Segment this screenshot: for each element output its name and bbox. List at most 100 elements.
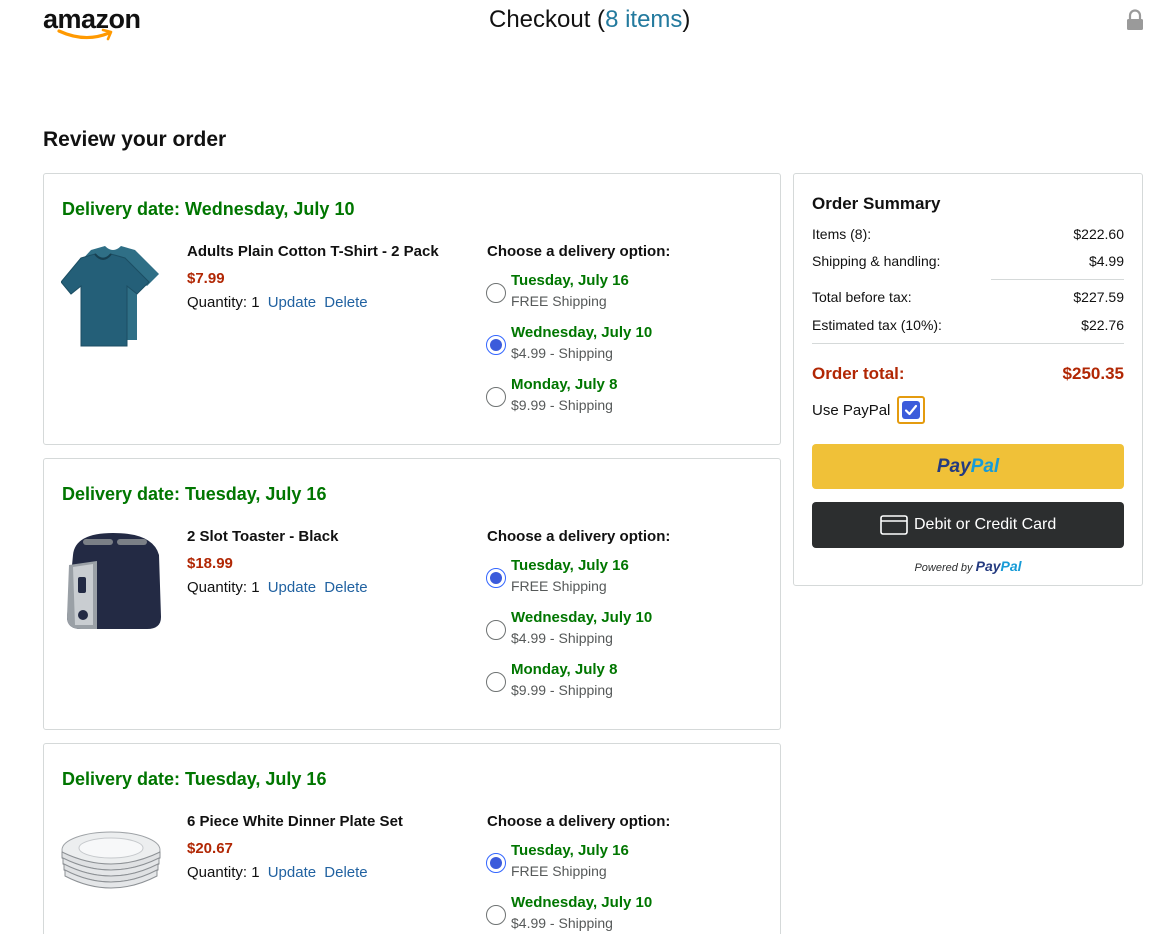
items-value: $222.60 [1073, 226, 1124, 242]
delivery-option[interactable]: Monday, July 8 $9.99 - Shipping [486, 661, 746, 707]
delivery-option-date: Monday, July 8 [511, 661, 618, 678]
delivery-option[interactable]: Wednesday, July 10 $4.99 - Shipping [486, 609, 746, 655]
delivery-option-date: Monday, July 8 [511, 376, 618, 393]
review-order-heading: Review your order [43, 128, 227, 151]
summary-tax-row: Estimated tax (10%): $22.76 [812, 317, 1124, 333]
checkmark-icon [904, 404, 918, 416]
order-total-label: Order total: [812, 364, 905, 383]
delivery-radio-selected[interactable] [486, 853, 506, 873]
delivery-option[interactable]: Wednesday, July 10 $4.99 - Shipping [486, 894, 746, 934]
tshirt-image[interactable] [61, 240, 165, 348]
before-tax-value: $227.59 [1073, 289, 1124, 305]
delivery-radio-selected[interactable] [486, 568, 506, 588]
summary-shipping-row: Shipping & handling: $4.99 [812, 253, 1124, 269]
paypal-button[interactable]: PayPal [812, 444, 1124, 489]
delivery-option-date: Wednesday, July 10 [511, 324, 653, 341]
order-summary-panel: Order Summary Items (8): $222.60 Shippin… [793, 173, 1143, 586]
delivery-options-label: Choose a delivery option: [487, 528, 671, 545]
checkbox-checked [902, 401, 920, 419]
tax-value: $22.76 [1081, 317, 1124, 333]
product-price: $20.67 [187, 840, 233, 857]
order-total-row: Order total: $250.35 [812, 364, 1124, 384]
delivery-option-cost: FREE Shipping [511, 863, 607, 879]
delivery-option-cost: $4.99 - Shipping [511, 915, 613, 931]
quantity-row: Quantity: 1 Update Delete [187, 294, 368, 311]
toaster-image[interactable] [61, 525, 165, 633]
card-button-label: Debit or Credit Card [914, 516, 1057, 533]
shipping-value: $4.99 [1088, 253, 1124, 269]
page-title: Checkout (8 items) [489, 5, 690, 35]
delivery-option-date: Wednesday, July 10 [511, 894, 653, 911]
order-item-box: Delivery date: Tuesday, July 16 6 Piece … [43, 743, 781, 934]
checkout-header: amazon Checkout (8 items) [0, 0, 1168, 60]
lock-icon [1127, 9, 1143, 30]
checkout-prefix: Checkout ( [489, 6, 606, 33]
order-item-box: Delivery date: Tuesday, July 16 2 Slot T… [43, 458, 781, 730]
logo-smile-icon [57, 28, 113, 41]
paypal-logo-pay: Pay [936, 456, 971, 477]
update-quantity-link[interactable]: Update [268, 294, 316, 311]
amazon-logo[interactable]: amazon [43, 4, 147, 44]
product-price: $18.99 [187, 555, 233, 572]
quantity-label: Quantity: 1 [187, 294, 260, 311]
delete-item-link[interactable]: Delete [324, 864, 367, 881]
powered-by-paypal: Powered by PayPal [794, 558, 1142, 574]
items-count-link[interactable]: 8 items [605, 6, 682, 33]
delivery-radio-selected[interactable] [486, 335, 506, 355]
delivery-option[interactable]: Wednesday, July 10 $4.99 - Shipping [486, 324, 746, 370]
delivery-option[interactable]: Tuesday, July 16 FREE Shipping [486, 272, 746, 318]
use-paypal-label: Use PayPal [812, 402, 891, 419]
delivery-radio[interactable] [486, 283, 506, 303]
delivery-date: Delivery date: Wednesday, July 10 [62, 199, 355, 219]
items-label: Items (8): [812, 226, 872, 242]
product-name: Adults Plain Cotton T-Shirt - 2 Pack [187, 243, 439, 260]
paypal-small-pay: Pay [975, 558, 1001, 574]
delete-item-link[interactable]: Delete [324, 579, 367, 596]
delivery-option-cost: FREE Shipping [511, 578, 607, 594]
delivery-option[interactable]: Tuesday, July 16 FREE Shipping [486, 842, 746, 888]
summary-divider [812, 343, 1124, 344]
delivery-option[interactable]: Monday, July 8 $9.99 - Shipping [486, 376, 746, 422]
delivery-option-cost: $4.99 - Shipping [511, 630, 613, 646]
order-item-box: Delivery date: Wednesday, July 10 Adults… [43, 173, 781, 445]
update-quantity-link[interactable]: Update [268, 579, 316, 596]
powered-by-text: Powered by [914, 562, 973, 574]
product-name: 2 Slot Toaster - Black [187, 528, 339, 545]
delivery-date: Delivery date: Tuesday, July 16 [62, 769, 327, 789]
order-summary-title: Order Summary [812, 194, 941, 213]
use-paypal-checkbox[interactable] [897, 396, 925, 424]
delivery-radio[interactable] [486, 387, 506, 407]
delete-item-link[interactable]: Delete [324, 294, 367, 311]
delivery-option-cost: $9.99 - Shipping [511, 397, 613, 413]
delivery-options-label: Choose a delivery option: [487, 243, 671, 260]
delivery-option-date: Tuesday, July 16 [511, 842, 629, 859]
delivery-radio[interactable] [486, 905, 506, 925]
delivery-option-cost: $4.99 - Shipping [511, 345, 613, 361]
delivery-date: Delivery date: Tuesday, July 16 [62, 484, 327, 504]
tax-label: Estimated tax (10%): [812, 317, 942, 333]
delivery-option-date: Tuesday, July 16 [511, 557, 629, 574]
product-price: $7.99 [187, 270, 225, 287]
debit-credit-card-button[interactable]: Debit or Credit Card [812, 502, 1124, 548]
update-quantity-link[interactable]: Update [268, 864, 316, 881]
paypal-logo-pal: Pal [970, 456, 1000, 477]
quantity-label: Quantity: 1 [187, 579, 260, 596]
checkout-suffix: ) [682, 6, 691, 33]
delivery-option-date: Wednesday, July 10 [511, 609, 653, 626]
paypal-small-pal: Pal [1000, 558, 1022, 574]
delivery-option-cost: $9.99 - Shipping [511, 682, 613, 698]
delivery-option-date: Tuesday, July 16 [511, 272, 629, 289]
quantity-row: Quantity: 1 Update Delete [187, 579, 368, 596]
before-tax-label: Total before tax: [812, 289, 912, 305]
delivery-radio[interactable] [486, 620, 506, 640]
delivery-radio[interactable] [486, 672, 506, 692]
delivery-option-cost: FREE Shipping [511, 293, 607, 309]
credit-card-icon [880, 515, 908, 535]
summary-items-row: Items (8): $222.60 [812, 226, 1124, 242]
delivery-options-label: Choose a delivery option: [487, 813, 671, 830]
plates-image[interactable] [61, 810, 165, 918]
summary-divider [991, 279, 1124, 280]
quantity-label: Quantity: 1 [187, 864, 260, 881]
delivery-option[interactable]: Tuesday, July 16 FREE Shipping [486, 557, 746, 603]
summary-before-tax-row: Total before tax: $227.59 [812, 289, 1124, 305]
